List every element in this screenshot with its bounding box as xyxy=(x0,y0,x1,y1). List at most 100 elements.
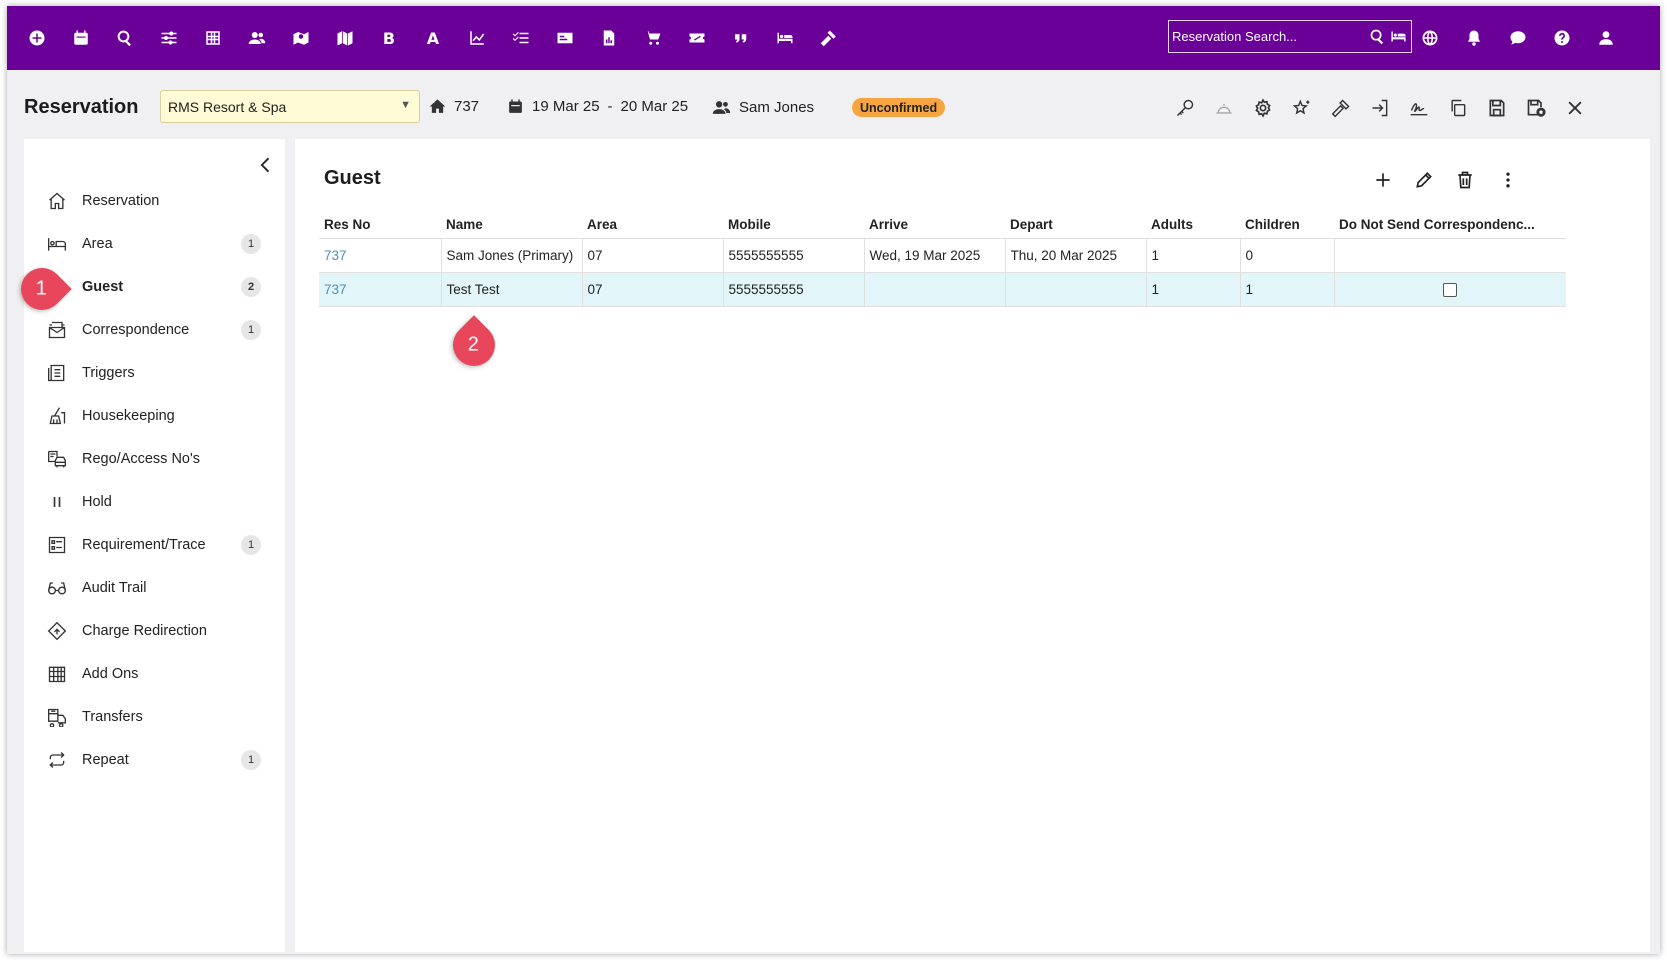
edit-guest-button[interactable] xyxy=(1413,169,1435,191)
sidebar-item-add-ons[interactable]: Add Ons xyxy=(24,655,285,693)
key-icon[interactable] xyxy=(1174,97,1196,119)
sign-in-icon[interactable] xyxy=(1369,97,1391,119)
bold-b-icon[interactable]: B xyxy=(377,26,401,50)
help-icon[interactable] xyxy=(1550,26,1574,50)
mobile-cell: 5555555555 xyxy=(723,272,865,307)
calendar-icon[interactable] xyxy=(69,26,93,50)
checklist-icon xyxy=(46,534,68,556)
bell-icon[interactable] xyxy=(1462,26,1486,50)
res-no-link[interactable]: 737 xyxy=(319,272,442,307)
copy-icon[interactable] xyxy=(1447,97,1469,119)
reservation-search-input[interactable]: Reservation Search... xyxy=(1168,20,1412,53)
save-close-icon[interactable] xyxy=(1525,97,1547,119)
do-not-send-correspondence-cell xyxy=(1334,238,1566,273)
calendar-icon xyxy=(509,99,522,113)
delete-guest-button[interactable] xyxy=(1454,169,1476,191)
panel-title: Guest xyxy=(324,167,381,189)
sidebar-item-label: Reservation xyxy=(82,193,160,209)
gavel-icon[interactable] xyxy=(817,26,841,50)
count-badge: 1 xyxy=(241,535,261,555)
map-pin-icon[interactable] xyxy=(289,26,313,50)
mail-stack-icon xyxy=(46,319,68,341)
save-icon[interactable] xyxy=(1486,97,1508,119)
column-header-name[interactable]: Name xyxy=(441,211,582,239)
sidebar-item-repeat[interactable]: Repeat 1 xyxy=(24,741,285,779)
res-no-link[interactable]: 737 xyxy=(319,238,442,273)
sidebar-item-audit-trail[interactable]: Audit Trail xyxy=(24,569,285,607)
sidebar: Reservation Area 1 Guest 2 Correspondenc… xyxy=(24,139,285,952)
add-guest-button[interactable] xyxy=(1372,169,1394,191)
sliders-icon[interactable] xyxy=(157,26,181,50)
mobile-cell: 5555555555 xyxy=(723,238,865,273)
sidebar-item-label: Add Ons xyxy=(82,666,139,682)
sidebar-item-rego-access[interactable]: Rego/Access No's xyxy=(24,440,285,478)
guest-name-cell: Test Test xyxy=(441,272,583,307)
card-icon[interactable] xyxy=(553,26,577,50)
sidebar-item-label: Charge Redirection xyxy=(82,623,207,639)
ticket-icon[interactable] xyxy=(685,26,709,50)
more-options-button[interactable] xyxy=(1497,169,1519,191)
quote-icon[interactable] xyxy=(729,26,753,50)
hammer-icon[interactable] xyxy=(1330,97,1352,119)
signature-icon[interactable] xyxy=(1408,97,1430,119)
collapse-sidebar-button[interactable] xyxy=(256,155,276,175)
column-header-res-no[interactable]: Res No xyxy=(319,211,441,239)
car-icon xyxy=(46,448,68,470)
mop-icon xyxy=(46,405,68,427)
bed-icon[interactable] xyxy=(773,26,797,50)
sidebar-item-housekeeping[interactable]: Housekeeping xyxy=(24,397,285,435)
line-chart-icon[interactable] xyxy=(465,26,489,50)
do-not-send-correspondence-checkbox[interactable] xyxy=(1443,282,1458,297)
sidebar-item-triggers[interactable]: Triggers xyxy=(24,354,285,392)
grid-icon[interactable] xyxy=(201,26,225,50)
column-header-arrive[interactable]: Arrive xyxy=(864,211,1005,239)
sidebar-item-transfers[interactable]: Transfers xyxy=(24,698,285,736)
column-header-area[interactable]: Area xyxy=(582,211,723,239)
letter-a-icon[interactable]: A xyxy=(421,26,445,50)
area-cell: 07 xyxy=(582,238,724,273)
table-row[interactable]: 737 Sam Jones (Primary) 07 5555555555 We… xyxy=(319,238,1566,273)
search-icon[interactable] xyxy=(1369,28,1386,45)
cart-icon[interactable] xyxy=(641,26,665,50)
user-icon[interactable] xyxy=(1594,26,1618,50)
sidebar-item-label: Repeat xyxy=(82,752,129,768)
search-icon[interactable] xyxy=(113,26,137,50)
add-circle-icon[interactable] xyxy=(25,26,49,50)
bell-service-icon[interactable] xyxy=(1213,97,1235,119)
globe-icon[interactable] xyxy=(1418,26,1442,50)
sidebar-item-label: Housekeeping xyxy=(82,408,175,424)
sidebar-item-reservation[interactable]: Reservation xyxy=(24,182,285,220)
property-select[interactable]: RMS Resort & Spa ▼ xyxy=(160,90,420,123)
depart-cell: Thu, 20 Mar 2025 xyxy=(1005,238,1147,273)
adults-cell: 1 xyxy=(1146,238,1241,273)
checklist-icon[interactable] xyxy=(509,26,533,50)
stars-icon[interactable] xyxy=(1291,97,1313,119)
sidebar-item-hold[interactable]: Hold xyxy=(24,483,285,521)
arrive-cell xyxy=(864,272,1006,307)
bed-icon[interactable] xyxy=(1390,28,1407,45)
table-row[interactable]: 737 Test Test 07 5555555555 1 1 xyxy=(319,272,1566,307)
bus-icon xyxy=(46,706,68,728)
gear-icon[interactable] xyxy=(1252,97,1274,119)
column-header-depart[interactable]: Depart xyxy=(1005,211,1146,239)
repeat-icon xyxy=(46,749,68,771)
sidebar-item-correspondence[interactable]: Correspondence 1 xyxy=(24,311,285,349)
sidebar-item-requirement-trace[interactable]: Requirement/Trace 1 xyxy=(24,526,285,564)
top-navigation-bar: B A Reservation Search... xyxy=(7,6,1660,70)
close-icon[interactable] xyxy=(1564,97,1586,119)
column-header-mobile[interactable]: Mobile xyxy=(723,211,864,239)
users-icon[interactable] xyxy=(245,26,269,50)
column-header-adults[interactable]: Adults xyxy=(1146,211,1240,239)
report-icon[interactable] xyxy=(597,26,621,50)
count-badge: 1 xyxy=(241,320,261,340)
column-header-children[interactable]: Children xyxy=(1240,211,1334,239)
map-icon[interactable] xyxy=(333,26,357,50)
sidebar-item-area[interactable]: Area 1 xyxy=(24,225,285,263)
depart-date: 20 Mar 25 xyxy=(620,98,689,115)
adults-cell: 1 xyxy=(1146,272,1241,307)
sidebar-item-label: Transfers xyxy=(82,709,143,725)
sidebar-item-charge-redirection[interactable]: Charge Redirection xyxy=(24,612,285,650)
children-cell: 0 xyxy=(1240,238,1335,273)
chat-icon[interactable] xyxy=(1506,26,1530,50)
column-header-do-not-send-correspondence[interactable]: Do Not Send Correspondenc... xyxy=(1334,211,1566,239)
